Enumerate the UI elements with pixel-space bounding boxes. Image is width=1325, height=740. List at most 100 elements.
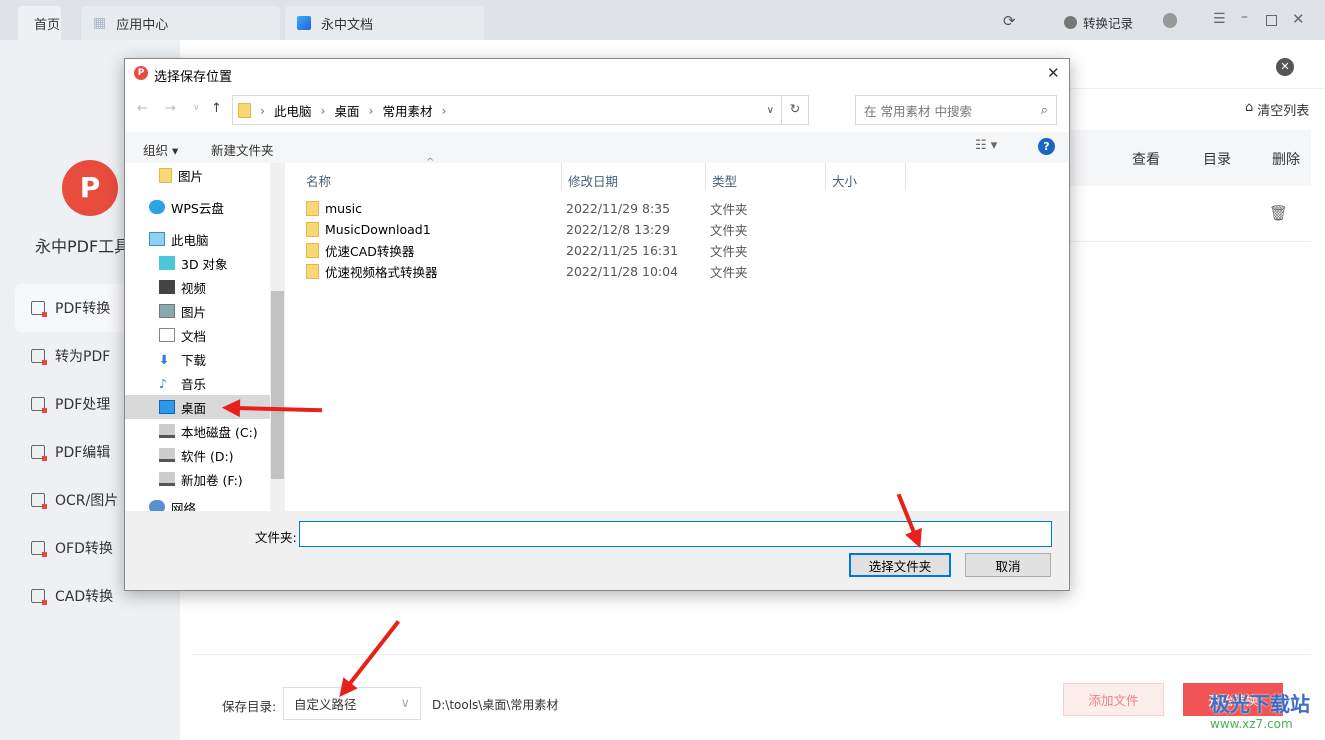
help-icon[interactable]: ? [1038,138,1055,155]
sidebar-label: OCR/图片 [55,493,119,509]
broom-icon: ⌂ [1245,100,1254,115]
column-name[interactable]: 名称 [286,163,562,191]
nav-item[interactable]: 新加卷 (F:) [125,467,270,491]
brand-name: 永中PDF工具 [35,237,131,256]
back-icon[interactable]: ← [137,101,148,116]
file-row[interactable]: MusicDownload1 2022/12/8 13:29 文件夹 [306,219,1066,240]
nav-item[interactable]: 3D 对象 [125,251,270,275]
add-file-button[interactable]: 添加文件 [1063,683,1164,716]
sidebar-label: PDF处理 [55,397,111,413]
nav-item[interactable]: 视频 [125,275,270,299]
nav-item[interactable]: ♪ 音乐 [125,371,270,395]
recent-dropdown-icon[interactable]: ∨ [193,103,200,113]
search-placeholder: 在 常用素材 中搜索 [864,103,972,119]
nav-label: 下载 [181,352,207,368]
folder-icon [306,264,319,279]
dialog-close-icon[interactable]: ✕ [1047,64,1060,82]
close-circle-icon[interactable]: ✕ [1276,58,1294,76]
history-label: 转换记录 [1083,16,1134,31]
file-type: 文件夹 [710,265,748,280]
network-icon [149,500,165,511]
header-view: 查看 [1132,152,1160,168]
doc-app-icon [297,16,311,30]
nav-label: 文档 [181,328,207,344]
file-row[interactable]: 优速CAD转换器 2022/11/25 16:31 文件夹 [306,240,1066,261]
breadcrumb-item[interactable]: 常用素材 [383,101,433,120]
nav-item[interactable]: 软件 (D:) [125,443,270,467]
watermark-url: www.xz7.com [1210,717,1293,731]
clear-list-label: 清空列表 [1257,104,1310,119]
file-name: 优速CAD转换器 [325,244,415,259]
file-date: 2022/11/25 16:31 [566,243,679,258]
edit-icon [31,445,47,461]
search-input[interactable]: 在 常用素材 中搜索 ⌕ [855,95,1057,125]
watermark: 极光下载站 www.xz7.com [1210,688,1310,731]
file-row[interactable]: music 2022/11/29 8:35 文件夹 [306,198,1066,219]
maximize-icon[interactable] [1266,15,1277,26]
forward-icon[interactable]: → [165,101,176,116]
dialog-title: 选择保存位置 [154,70,233,85]
scrollbar-thumb[interactable] [271,291,284,479]
avatar[interactable] [1163,13,1177,28]
folder-input[interactable] [299,521,1052,547]
column-type[interactable]: 类型 [706,163,826,191]
history-button[interactable]: 转换记录 [1064,13,1133,32]
organize-button[interactable]: 组织 ▾ [143,140,178,159]
new-folder-button[interactable]: 新建文件夹 [211,140,274,159]
clear-list-button[interactable]: ⌂ 清空列表 [1245,100,1309,119]
column-size[interactable]: 大小 [826,163,906,191]
nav-item[interactable]: ⬇ 下载 [125,347,270,371]
chevron-down-icon: ∨ [400,696,410,711]
nav-item[interactable]: 文档 [125,323,270,347]
refresh-icon[interactable]: ⟳ [1003,12,1016,30]
refresh-icon[interactable]: ↻ [781,95,808,125]
file-name: MusicDownload1 [325,222,431,237]
column-date[interactable]: 修改日期 [562,163,706,191]
up-icon[interactable]: ↑ [211,101,222,116]
tab-app-center[interactable]: ▦ 应用中心 [81,6,280,40]
nav-scrollbar[interactable] [270,163,285,511]
nav-item[interactable]: 本地磁盘 (C:) [125,419,270,443]
cancel-button[interactable]: 取消 [965,553,1051,577]
drive-icon [159,424,175,438]
cloud-icon [149,200,165,214]
toolbar: 组织 ▾ 新建文件夹 ☷ ▾ ? [125,132,1069,163]
tab-yozo-docs[interactable]: 永中文档 [285,6,484,40]
file-date: 2022/11/28 10:04 [566,264,679,279]
close-icon[interactable]: ✕ [1292,10,1305,28]
trash-icon[interactable]: 🗑 [1269,204,1288,222]
nav-item[interactable]: WPS云盘 [125,195,270,219]
file-date: 2022/12/8 13:29 [566,222,671,237]
minimize-icon[interactable]: – [1241,9,1248,25]
nav-label: 软件 (D:) [181,448,234,464]
breadcrumb-item[interactable]: 桌面 [335,101,360,120]
view-options-icon[interactable]: ☷ ▾ [975,138,997,153]
nav-item[interactable]: 图片 [125,299,270,323]
menu-icon[interactable]: ☰ [1213,11,1226,27]
drive-icon [159,448,175,462]
file-name: 优速视频格式转换器 [325,265,438,280]
breadcrumb-item[interactable]: 此电脑 [274,101,312,120]
sidebar-label: CAD转换 [55,589,114,605]
nav-item[interactable]: 此电脑 [125,227,270,251]
chevron-down-icon[interactable]: ∨ [767,105,774,116]
select-folder-button[interactable]: 选择文件夹 [849,553,951,577]
cad-icon [31,589,47,605]
nav-item[interactable]: 网络 [125,495,270,511]
file-type: 文件夹 [710,202,748,217]
file-row[interactable]: 优速视频格式转换器 2022/11/28 10:04 文件夹 [306,261,1066,282]
nav-label: 桌面 [181,400,207,416]
tab-home[interactable]: 首页 [18,6,61,40]
tab-label: 永中文档 [321,17,374,33]
file-list: ^ 名称 修改日期 类型 大小 music 2022/11/29 8:35 文件夹 … [286,157,1069,511]
address-bar[interactable]: › 此电脑 › 桌面 › 常用素材 › ∨ ↻ [232,95,809,125]
convert-icon [31,349,47,365]
nav-label: 视频 [181,280,207,296]
header-toc: 目录 [1203,152,1231,168]
nav-item[interactable]: 图片 [125,163,270,187]
sidebar-label: PDF转换 [55,301,111,317]
music-icon: ♪ [159,376,167,391]
folder-icon [306,201,319,216]
computer-icon [149,232,165,246]
cancel-label: 取消 [995,558,1021,574]
